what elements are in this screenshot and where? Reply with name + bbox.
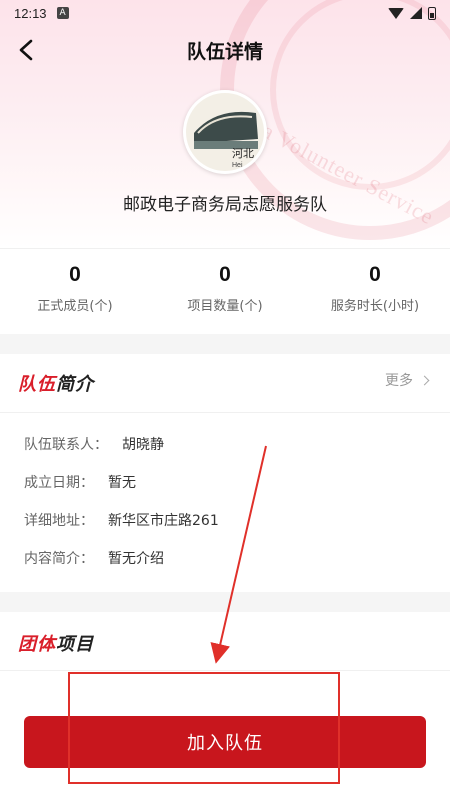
chevron-right-icon bbox=[419, 375, 430, 385]
more-link[interactable]: 更多 bbox=[385, 370, 430, 390]
info-value: 暂无介绍 bbox=[108, 551, 164, 567]
info-value: 新华区市庄路261 bbox=[108, 513, 219, 529]
stat-value: 0 bbox=[369, 263, 381, 286]
info-value: 暂无 bbox=[108, 475, 136, 491]
stat-value: 0 bbox=[219, 263, 231, 286]
stat-label: 服务时长(小时) bbox=[330, 299, 420, 314]
group-projects-section: 团体项目 bbox=[0, 612, 450, 800]
info-label: 详细地址： bbox=[24, 513, 94, 529]
divider bbox=[0, 670, 450, 671]
stat-label: 正式成员(个) bbox=[37, 299, 113, 314]
team-name: 邮政电子商务局志愿服务队 bbox=[123, 195, 327, 215]
projects-title-dark: 项目 bbox=[56, 634, 94, 655]
status-icons bbox=[388, 6, 436, 20]
stats-bar: 0 正式成员(个) 0 项目数量(个) 0 服务时长(小时) bbox=[0, 248, 450, 334]
projects-title-red: 团体 bbox=[18, 634, 56, 655]
join-team-button[interactable]: 加入队伍 bbox=[24, 716, 426, 768]
status-bar: 12:13 A bbox=[0, 0, 450, 26]
stat-label: 项目数量(个) bbox=[187, 299, 263, 314]
intro-section-title: 队伍简介 bbox=[18, 370, 94, 396]
info-label: 队伍联系人： bbox=[24, 437, 108, 453]
status-time: 12:13 bbox=[14, 5, 47, 21]
info-row-contact: 队伍联系人： 胡晓静 bbox=[24, 434, 164, 454]
team-avatar: 河北 Hei bbox=[183, 90, 267, 174]
signal-icon bbox=[410, 7, 422, 19]
stat-value: 0 bbox=[69, 263, 81, 286]
stat-members: 0 正式成员(个) bbox=[0, 249, 150, 334]
info-row-founded: 成立日期： 暂无 bbox=[24, 472, 136, 492]
notification-icon: A bbox=[56, 7, 69, 19]
back-arrow-icon[interactable] bbox=[14, 38, 38, 62]
projects-section-title: 团体项目 bbox=[18, 630, 94, 656]
stat-service-hours: 0 服务时长(小时) bbox=[300, 249, 450, 334]
page-title: 队伍详情 bbox=[186, 40, 263, 63]
info-row-address: 详细地址： 新华区市庄路261 bbox=[24, 510, 219, 530]
team-intro-card: 队伍简介 更多 队伍联系人： 胡晓静 成立日期： 暂无 详细地址： 新华区市庄路… bbox=[0, 354, 450, 592]
info-label: 内容简介： bbox=[24, 551, 94, 567]
intro-title-red: 队伍 bbox=[18, 374, 56, 395]
wifi-icon bbox=[388, 7, 404, 19]
more-label: 更多 bbox=[385, 373, 413, 389]
info-row-description: 内容简介： 暂无介绍 bbox=[24, 548, 164, 568]
info-label: 成立日期： bbox=[24, 475, 94, 491]
avatar-caption: 河北 bbox=[232, 147, 254, 160]
divider bbox=[0, 412, 450, 413]
stat-projects: 0 项目数量(个) bbox=[150, 249, 300, 334]
battery-icon bbox=[428, 6, 436, 20]
avatar-caption-sub: Hei bbox=[232, 162, 243, 169]
intro-title-dark: 简介 bbox=[56, 374, 94, 395]
info-value: 胡晓静 bbox=[122, 437, 164, 453]
title-bar: 队伍详情 bbox=[0, 26, 450, 74]
